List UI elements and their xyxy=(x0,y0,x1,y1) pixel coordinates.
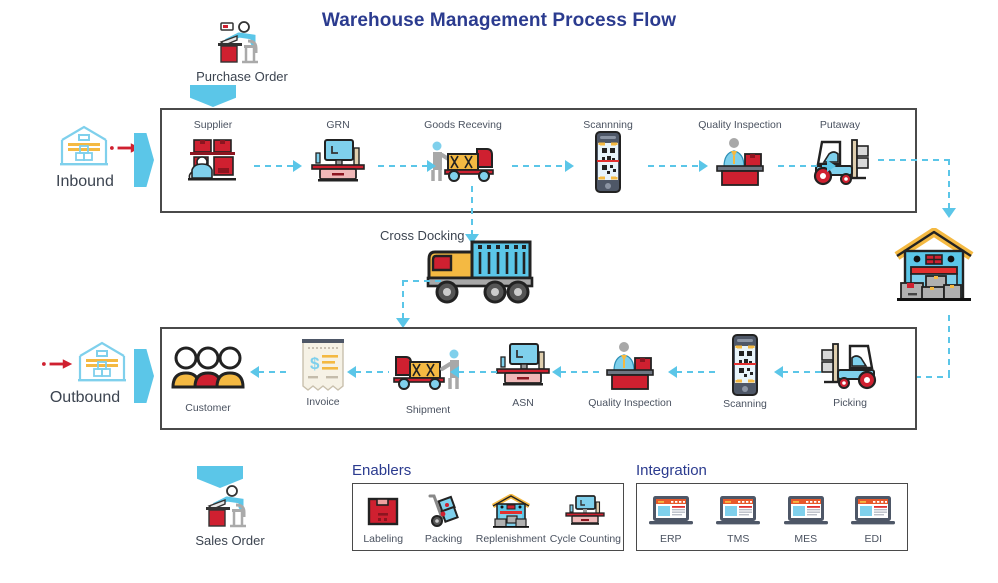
step-picking-label: Picking xyxy=(833,397,867,409)
warehouse-building-icon xyxy=(476,491,546,531)
enabler-replenishment[interactable]: Replenishment xyxy=(474,487,548,550)
warehouse-outline-icon xyxy=(76,338,128,389)
container-truck-icon xyxy=(425,236,535,313)
integration-edi-label: EDI xyxy=(864,533,882,545)
laptop-screen-icon xyxy=(774,491,838,531)
integration-title: Integration xyxy=(636,462,707,479)
warehouse-building-icon xyxy=(893,227,975,311)
step-customer-label: Customer xyxy=(185,402,231,414)
invoice-receipt-icon: $ xyxy=(268,336,378,394)
svg-text:$: $ xyxy=(310,354,320,373)
truck-unloading-icon xyxy=(408,134,518,190)
enabler-labeling-label: Labeling xyxy=(363,533,404,545)
step-quality-inspection-inbound[interactable]: Quality Inspection xyxy=(685,119,795,190)
purchase-order-down-pointer xyxy=(190,85,236,107)
warehouse-hub-node xyxy=(893,227,975,311)
step-shipment[interactable]: Shipment xyxy=(373,343,483,417)
laptop-screen-icon xyxy=(842,491,906,531)
step-goods-receiving[interactable]: Goods Receving xyxy=(408,119,518,190)
customers-group-icon xyxy=(153,340,263,396)
integration-panel: Integration ERP TMS MES EDI xyxy=(636,462,908,551)
integration-erp[interactable]: ERP xyxy=(637,487,705,550)
enabler-packing-label: Packing xyxy=(424,533,463,545)
forklift-icon xyxy=(795,338,905,394)
integration-tms-label: TMS xyxy=(727,533,750,545)
person-at-desk-icon xyxy=(170,480,290,532)
step-invoice-label: Invoice xyxy=(306,396,340,408)
mobile-qr-scan-icon xyxy=(690,334,800,396)
sales-order-label: Sales Order xyxy=(195,533,265,548)
purchase-order-node: Purchase Order xyxy=(182,16,302,84)
page-title: Warehouse Management Process Flow xyxy=(321,10,677,31)
step-grn[interactable]: GRN xyxy=(283,119,393,190)
desktop-computer-icon xyxy=(550,491,621,531)
step-grn-label: GRN xyxy=(326,119,350,131)
hand-trolley-icon xyxy=(415,491,471,531)
enablers-panel: Enablers Labeling Packing Replenishment … xyxy=(352,462,624,551)
step-supplier[interactable]: Supplier xyxy=(158,119,268,190)
inbound-endpoint: Inbound xyxy=(56,122,144,191)
enabler-cycle-counting[interactable]: Cycle Counting xyxy=(548,487,623,550)
integration-tms[interactable]: TMS xyxy=(705,487,773,550)
step-scanning-outbound-label: Scanning xyxy=(723,398,767,410)
warehouse-outline-icon xyxy=(58,122,110,173)
cross-docking-node xyxy=(425,236,535,313)
outbound-red-arrow-icon xyxy=(42,358,73,369)
step-quality-inspection-inbound-label: Quality Inspection xyxy=(698,119,782,131)
step-asn-label: ASN xyxy=(512,397,534,409)
inbound-entry-pointer xyxy=(134,133,154,187)
outbound-label: Outbound xyxy=(49,389,121,406)
sales-order-node: Sales Order xyxy=(170,480,290,548)
outbound-entry-pointer xyxy=(134,349,154,403)
step-scanning-inbound[interactable]: Scannning xyxy=(553,119,663,193)
integration-erp-label: ERP xyxy=(659,533,682,545)
enabler-cycle-counting-label: Cycle Counting xyxy=(549,533,621,545)
desktop-computer-icon xyxy=(468,338,578,394)
enabler-packing[interactable]: Packing xyxy=(413,487,473,550)
laptop-screen-icon xyxy=(707,491,771,531)
integration-mes-label: MES xyxy=(794,533,818,545)
integration-box: ERP TMS MES EDI xyxy=(636,483,908,551)
person-at-desk-icon xyxy=(182,16,302,68)
step-quality-inspection-outbound-label: Quality Inspection xyxy=(588,397,672,409)
enablers-title: Enablers xyxy=(352,462,412,479)
step-supplier-label: Supplier xyxy=(193,119,233,131)
supplier-shelves-icon xyxy=(158,134,268,190)
integration-mes[interactable]: MES xyxy=(772,487,840,550)
integration-edi[interactable]: EDI xyxy=(840,487,908,550)
enablers-box: Labeling Packing Replenishment Cycle Cou… xyxy=(352,483,624,551)
step-shipment-label: Shipment xyxy=(405,404,451,416)
step-putaway-label: Putaway xyxy=(819,119,861,131)
forklift-icon xyxy=(785,134,895,190)
step-picking[interactable]: Picking xyxy=(795,338,905,410)
outbound-endpoint: Outbound xyxy=(42,338,128,407)
laptop-screen-icon xyxy=(639,491,703,531)
enabler-labeling[interactable]: Labeling xyxy=(353,487,413,550)
enabler-replenishment-label: Replenishment xyxy=(475,533,546,545)
step-asn[interactable]: ASN xyxy=(468,338,578,410)
step-goods-receiving-label: Goods Receving xyxy=(424,119,502,131)
step-customer[interactable]: Customer xyxy=(153,340,263,415)
inbound-label: Inbound xyxy=(56,173,114,190)
purchase-order-label: Purchase Order xyxy=(196,69,288,84)
step-putaway[interactable]: Putaway xyxy=(785,119,895,190)
labeled-box-icon xyxy=(355,491,411,531)
